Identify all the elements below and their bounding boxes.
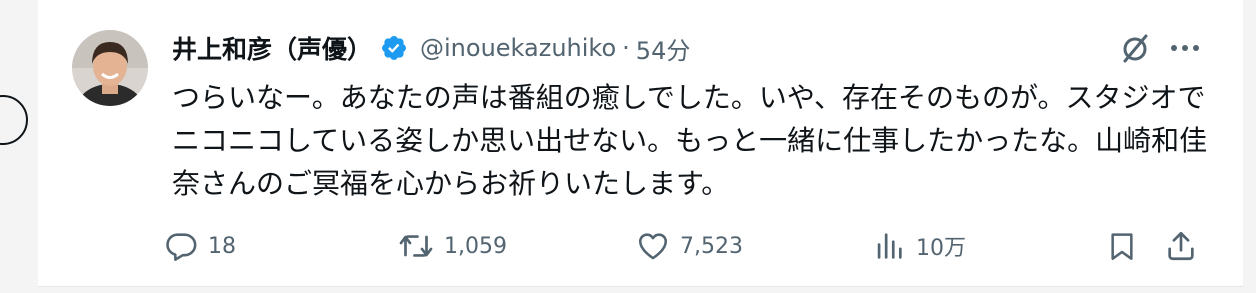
reply-icon: [164, 229, 198, 263]
bookmark-button[interactable]: [1106, 224, 1138, 268]
repost-button[interactable]: 1,059: [398, 224, 507, 268]
views-button[interactable]: 10万: [872, 224, 966, 268]
partial-avatar-edge: [0, 95, 28, 145]
like-count: 7,523: [680, 233, 743, 259]
header-actions: [1117, 30, 1203, 66]
heart-icon: [636, 229, 670, 263]
reply-count: 18: [208, 233, 236, 259]
reply-button[interactable]: 18: [164, 224, 236, 268]
more-icon[interactable]: [1167, 30, 1203, 66]
separator: ·: [622, 34, 630, 62]
page: 井上和彦（声優） @inouekazuhiko · 54分 つらいなー。あなたの…: [0, 0, 1256, 293]
timestamp[interactable]: 54分: [636, 31, 691, 66]
avatar[interactable]: [72, 30, 148, 106]
repost-count: 1,059: [444, 233, 507, 259]
verified-badge-icon[interactable]: [380, 33, 410, 63]
views-count: 10万: [916, 236, 966, 261]
tweet-card[interactable]: 井上和彦（声優） @inouekazuhiko · 54分 つらいなー。あなたの…: [38, 0, 1243, 287]
bookmark-icon: [1106, 229, 1138, 263]
handle[interactable]: @inouekazuhiko: [420, 34, 616, 62]
share-icon: [1164, 229, 1198, 263]
tweet-text: つらいなー。あなたの声は番組の癒しでした。いや、存在そのものが。スタジオでニコニ…: [172, 81, 1208, 200]
like-button[interactable]: 7,523: [636, 224, 743, 268]
display-name[interactable]: 井上和彦（声優）: [172, 30, 372, 66]
share-button[interactable]: [1164, 224, 1198, 268]
tweet-header: 井上和彦（声優） @inouekazuhiko · 54分: [172, 28, 690, 68]
repost-icon: [398, 228, 434, 264]
grok-icon[interactable]: [1117, 30, 1153, 66]
analytics-icon: [872, 229, 906, 263]
tweet-actions: 18 1,059 7,523 10万: [164, 224, 1214, 268]
